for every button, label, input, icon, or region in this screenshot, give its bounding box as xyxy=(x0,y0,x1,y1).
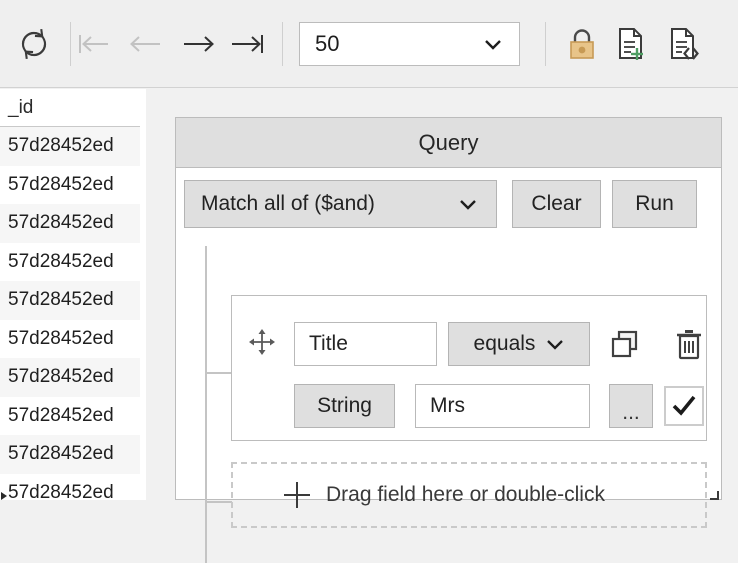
clear-button[interactable]: Clear xyxy=(512,180,601,228)
tree-branch-line-dropzone xyxy=(205,501,232,503)
table-row[interactable]: 57d28452ed xyxy=(0,397,140,436)
resize-grip[interactable] xyxy=(709,487,719,500)
move-handle-icon xyxy=(249,329,275,355)
next-page-button[interactable] xyxy=(178,24,218,64)
query-panel-title: Query xyxy=(176,118,721,168)
field-name-input[interactable]: Title xyxy=(294,322,437,366)
page-size-value: 50 xyxy=(315,31,340,56)
table-row[interactable]: 57d28452ed xyxy=(0,127,140,166)
refresh-icon xyxy=(21,29,47,59)
current-row-marker-icon xyxy=(0,488,8,500)
table-cell-id: 57d28452ed xyxy=(8,250,114,272)
table-row[interactable]: 57d28452ed xyxy=(0,435,140,474)
table-row[interactable]: 57d28452ed xyxy=(0,320,140,359)
grid-column-header-id[interactable]: _id xyxy=(0,97,33,119)
table-cell-id: 57d28452ed xyxy=(8,135,114,157)
table-row[interactable]: 57d28452ed xyxy=(0,204,140,243)
toolbar: 50 xyxy=(0,0,738,88)
tree-trunk-line xyxy=(205,246,207,563)
last-page-button[interactable] xyxy=(228,24,270,64)
table-cell-id: 57d28452ed xyxy=(8,212,114,234)
more-options-button[interactable]: ... xyxy=(609,384,653,428)
chevron-down-icon xyxy=(546,338,564,350)
checkmark-icon xyxy=(672,395,696,416)
table-cell-id: 57d28452ed xyxy=(8,443,114,465)
application-window: 50 _id 57d28452ed 57d28452ed 57d28452ed … xyxy=(0,0,738,563)
first-page-icon xyxy=(79,35,108,53)
new-document-icon xyxy=(619,28,643,60)
copy-icon xyxy=(611,330,638,358)
table-row[interactable]: 57d28452ed xyxy=(0,281,140,320)
duplicate-condition-button[interactable] xyxy=(604,323,646,365)
add-field-dropzone-label: Drag field here or double-click xyxy=(326,483,605,506)
tree-branch-line-condition xyxy=(205,372,232,374)
query-logic-row: Match all of ($and) Clear Run xyxy=(184,180,715,230)
grid-header-row: _id xyxy=(0,89,140,127)
toolbar-separator-1 xyxy=(70,22,71,66)
chevron-down-icon xyxy=(483,37,519,51)
condition-enabled-checkbox[interactable] xyxy=(664,386,704,426)
trash-icon xyxy=(677,330,701,360)
value-type-button[interactable]: String xyxy=(294,384,395,428)
run-button[interactable]: Run xyxy=(612,180,697,228)
previous-page-button[interactable] xyxy=(126,24,166,64)
delete-condition-button[interactable] xyxy=(668,323,710,365)
table-row[interactable]: 57d28452ed xyxy=(0,166,140,205)
table-row[interactable]: 57d28452ed xyxy=(0,358,140,397)
table-cell-id: 57d28452ed xyxy=(8,173,114,195)
new-document-button[interactable] xyxy=(610,22,654,66)
previous-page-icon xyxy=(130,36,160,52)
refresh-button[interactable] xyxy=(12,22,56,66)
toolbar-separator-3 xyxy=(545,22,546,66)
query-condition-row: Title equals String Mrs ... xyxy=(231,295,707,441)
document-code-icon xyxy=(671,28,699,60)
table-row[interactable]: 57d28452ed xyxy=(0,474,140,500)
first-page-button[interactable] xyxy=(74,24,114,64)
table-cell-id: 57d28452ed xyxy=(8,481,114,500)
add-field-dropzone[interactable]: Drag field here or double-click xyxy=(231,462,707,528)
table-row[interactable]: 57d28452ed xyxy=(0,243,140,282)
plus-icon xyxy=(282,480,312,510)
chevron-down-icon xyxy=(458,197,496,211)
field-name-value: Title xyxy=(309,332,348,355)
grid-body: 57d28452ed 57d28452ed 57d28452ed 57d28452ed… xyxy=(0,127,140,500)
query-panel: Query Match all of ($and) Clear Run Titl… xyxy=(175,117,722,563)
query-logic-value: Match all of ($and) xyxy=(201,192,375,215)
grid-panel-gap xyxy=(146,89,175,500)
operator-select[interactable]: equals xyxy=(448,322,590,366)
table-cell-id: 57d28452ed xyxy=(8,366,114,388)
table-cell-id: 57d28452ed xyxy=(8,289,114,311)
drag-handle-button[interactable] xyxy=(247,327,277,357)
operator-value: equals xyxy=(473,332,536,355)
page-size-select[interactable]: 50 xyxy=(299,22,520,66)
next-page-icon xyxy=(184,36,214,52)
condition-value-input[interactable]: Mrs xyxy=(415,384,590,428)
query-logic-select[interactable]: Match all of ($and) xyxy=(184,180,497,228)
last-page-icon xyxy=(232,35,263,53)
table-cell-id: 57d28452ed xyxy=(8,404,114,426)
document-code-button[interactable] xyxy=(662,22,706,66)
lock-button[interactable] xyxy=(560,22,604,66)
data-grid[interactable]: _id 57d28452ed 57d28452ed 57d28452ed 57d284… xyxy=(0,89,140,500)
table-cell-id: 57d28452ed xyxy=(8,327,114,349)
lock-icon xyxy=(570,29,594,59)
toolbar-separator-2 xyxy=(282,22,283,66)
condition-value-text: Mrs xyxy=(430,394,465,417)
